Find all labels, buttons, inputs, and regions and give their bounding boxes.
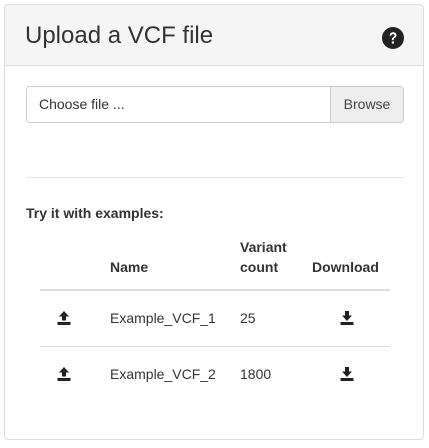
file-chooser[interactable]: Choose file ... Browse xyxy=(26,86,404,123)
upload-icon[interactable] xyxy=(48,305,80,331)
column-header-variant-count-line1: Variant xyxy=(240,239,287,255)
divider xyxy=(26,177,404,178)
variant-count: 1800 xyxy=(240,366,272,383)
download-icon[interactable] xyxy=(331,361,363,387)
upload-cell xyxy=(40,346,102,402)
browse-button[interactable]: Browse xyxy=(330,87,403,122)
table-header-row: Name Variant count Download xyxy=(40,231,390,291)
column-header-name: Name xyxy=(102,231,232,291)
column-header-variant-count-line2: count xyxy=(240,259,279,275)
download-cell xyxy=(304,290,390,347)
panel-header: Upload a VCF file xyxy=(5,5,423,66)
table-row: Example_VCF_2 1800 xyxy=(40,346,390,402)
column-header-variant-count: Variant count xyxy=(232,231,304,291)
column-header-upload xyxy=(40,231,102,291)
download-cell xyxy=(304,346,390,402)
variant-count: 25 xyxy=(232,290,304,347)
examples-title: Try it with examples: xyxy=(26,205,164,221)
example-name: Example_VCF_2 xyxy=(110,366,216,383)
upload-icon[interactable] xyxy=(48,361,80,387)
upload-cell xyxy=(40,290,102,347)
question-circle-icon[interactable] xyxy=(382,27,404,49)
table-row: Example_VCF_1 25 xyxy=(40,290,390,347)
upload-panel: Upload a VCF file Choose file ... Browse… xyxy=(4,4,424,440)
column-header-download: Download xyxy=(304,231,390,291)
panel-title: Upload a VCF file xyxy=(25,22,214,49)
file-input-field[interactable]: Choose file ... xyxy=(27,87,330,122)
example-name: Example_VCF_1 xyxy=(102,290,232,347)
download-icon[interactable] xyxy=(331,305,363,331)
examples-table: Name Variant count Download Example_VCF_… xyxy=(40,231,390,402)
